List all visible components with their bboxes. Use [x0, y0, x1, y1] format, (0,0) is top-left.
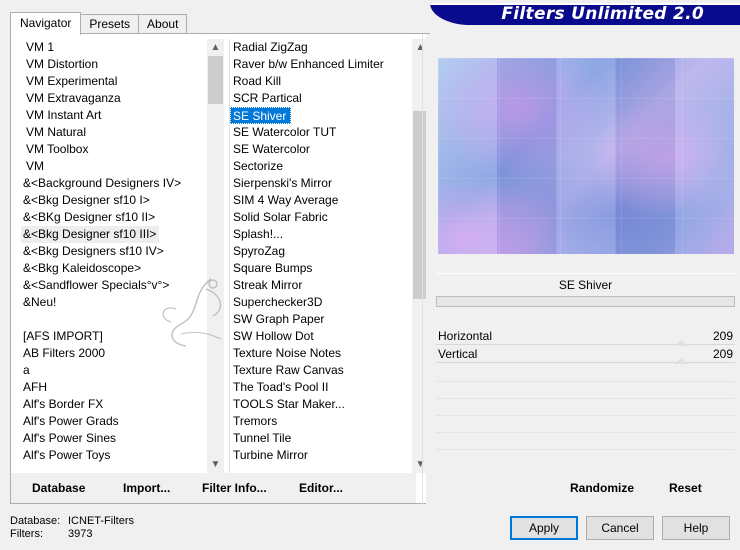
tab-about[interactable]: About	[138, 14, 188, 34]
filter-item[interactable]: Texture Noise Notes	[230, 345, 412, 362]
watermark-flourish-icon	[162, 278, 222, 347]
category-list[interactable]: VM 1 VM Distortion VM Experimental VM Extra…	[21, 39, 224, 473]
preview-button-bar: Randomize Reset	[426, 473, 731, 503]
empty-slider-row	[436, 415, 735, 416]
filter-item[interactable]: Road Kill	[230, 73, 412, 90]
filter-item[interactable]: SCR Partical	[230, 90, 412, 107]
category-item[interactable]: AFH	[21, 379, 207, 396]
list-button-bar: Database Import... Filter Info... Editor…	[11, 473, 416, 503]
slider-label: Horizontal	[438, 329, 493, 343]
category-item[interactable]: &<Background Designers IV>	[21, 175, 207, 192]
category-item[interactable]: &<Bkg Designer sf10 III>	[21, 226, 160, 243]
filter-item[interactable]: Streak Mirror	[230, 277, 412, 294]
filter-item[interactable]: TOOLS Star Maker...	[230, 396, 412, 413]
randomize-button[interactable]: Randomize	[570, 481, 634, 495]
scroll-up-icon[interactable]: ▲	[207, 39, 224, 56]
filter-item[interactable]: SE Watercolor TUT	[230, 124, 412, 141]
editor-button[interactable]: Editor...	[299, 481, 343, 495]
database-button[interactable]: Database	[32, 481, 85, 495]
progress-bar	[436, 296, 735, 307]
filter-item[interactable]: Sectorize	[230, 158, 412, 175]
filter-item[interactable]: SE Shiver	[230, 107, 292, 124]
category-item[interactable]: Alf's Border FX	[21, 396, 207, 413]
scroll-down-icon[interactable]: ▼	[207, 456, 224, 473]
slider-label: Vertical	[438, 347, 478, 361]
filter-item[interactable]: Tunnel Tile	[230, 430, 412, 447]
database-info: Database: ICNET-Filters Filters: 3973	[10, 515, 134, 541]
slider-vertical[interactable]: Vertical 209	[436, 346, 735, 364]
filters-count-label: Filters:	[10, 528, 43, 540]
category-item[interactable]: Alf's Power Grads	[21, 413, 207, 430]
filter-list[interactable]: Radial ZigZag Raver b/w Enhanced Limiter R…	[229, 39, 429, 473]
category-item[interactable]: &<BKg Designer sf10 II>	[21, 209, 207, 226]
filters-count-value: 3973	[68, 528, 93, 540]
category-scroll-thumb[interactable]	[208, 56, 223, 104]
empty-slider-row	[436, 432, 735, 433]
filter-list-items: Radial ZigZag Raver b/w Enhanced Limiter R…	[230, 39, 412, 473]
filter-item[interactable]: SIM 4 Way Average	[230, 192, 412, 209]
category-item[interactable]: &<Bkg Designer sf10 I>	[21, 192, 207, 209]
filter-item[interactable]: The Toad's Pool II	[230, 379, 412, 396]
filter-item[interactable]: Radial ZigZag	[230, 39, 412, 56]
category-scrollbar[interactable]: ▲ ▼	[207, 39, 224, 473]
main-panel: VM 1 VM Distortion VM Experimental VM Extra…	[10, 34, 735, 504]
filter-item[interactable]: SW Hollow Dot	[230, 328, 412, 345]
category-item[interactable]: a	[21, 362, 207, 379]
filter-item[interactable]: Superchecker3D	[230, 294, 412, 311]
filter-preview-image[interactable]	[438, 58, 734, 254]
category-item[interactable]: VM Instant Art	[21, 107, 207, 124]
filter-item[interactable]: SW Graph Paper	[230, 311, 412, 328]
slider-thumb[interactable]	[674, 358, 689, 364]
category-item[interactable]: Alf's Power Toys	[21, 447, 207, 464]
tab-presets[interactable]: Presets	[80, 14, 140, 34]
empty-slider-row	[436, 398, 735, 399]
category-item[interactable]: VM Natural	[21, 124, 207, 141]
category-list-items: VM 1 VM Distortion VM Experimental VM Extra…	[21, 39, 207, 473]
title-banner: Filters Unlimited 2.0	[430, 3, 740, 25]
database-label: Database:	[10, 515, 61, 527]
panel-divider	[422, 34, 423, 504]
apply-button[interactable]: Apply	[510, 516, 578, 540]
current-filter-name: SE Shiver	[436, 273, 735, 295]
category-item[interactable]: VM 1	[21, 39, 207, 56]
filter-item[interactable]: SpyroZag	[230, 243, 412, 260]
import-button[interactable]: Import...	[123, 481, 170, 495]
cancel-button[interactable]: Cancel	[586, 516, 654, 540]
help-button[interactable]: Help	[662, 516, 730, 540]
category-item[interactable]: &<Bkg Designers sf10 IV>	[21, 243, 207, 260]
slider-value: 209	[712, 347, 733, 361]
filter-info-button[interactable]: Filter Info...	[202, 481, 267, 495]
tab-strip: Navigator Presets About	[10, 12, 188, 35]
filter-item[interactable]: Sierpenski's Mirror	[230, 175, 412, 192]
filter-item[interactable]: Turbine Mirror	[230, 447, 412, 464]
filter-item[interactable]: SE Watercolor	[230, 141, 412, 158]
filter-item[interactable]: Raver b/w Enhanced Limiter	[230, 56, 412, 73]
category-item[interactable]: VM Distortion	[21, 56, 207, 73]
database-value: ICNET-Filters	[68, 515, 134, 527]
filter-item[interactable]: Texture Raw Canvas	[230, 362, 412, 379]
category-item[interactable]: VM Toolbox	[21, 141, 207, 158]
empty-slider-row	[436, 449, 735, 450]
reset-button[interactable]: Reset	[669, 481, 702, 495]
empty-slider-row	[436, 381, 735, 382]
slider-horizontal[interactable]: Horizontal 209	[436, 328, 735, 346]
filter-item[interactable]: Square Bumps	[230, 260, 412, 277]
category-item[interactable]: VM Experimental	[21, 73, 207, 90]
category-item[interactable]: VM Extravaganza	[21, 90, 207, 107]
filter-item[interactable]: Splash!...	[230, 226, 412, 243]
preview-panel: SE Shiver Horizontal 209 Vertical 209	[426, 34, 735, 504]
filter-item[interactable]: Tremors	[230, 413, 412, 430]
tab-navigator[interactable]: Navigator	[10, 12, 82, 35]
category-item[interactable]: Alf's Power Sines	[21, 430, 207, 447]
filter-item[interactable]: Solid Solar Fabric	[230, 209, 412, 226]
slider-value: 209	[712, 329, 733, 343]
banner-title: Filters Unlimited 2.0	[501, 4, 704, 24]
category-item[interactable]: VM	[21, 158, 207, 175]
